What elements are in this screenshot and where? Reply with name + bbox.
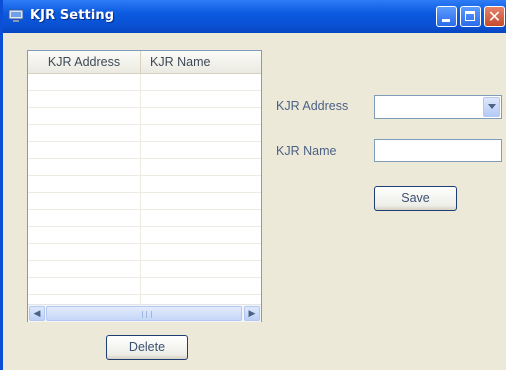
column-divider <box>140 159 141 176</box>
column-divider <box>140 142 141 159</box>
list-row[interactable] <box>28 278 261 295</box>
list-row[interactable] <box>28 125 261 142</box>
close-button[interactable]: ✕ <box>484 6 505 27</box>
kjr-list[interactable]: KJR Address KJR Name ◀ ▶ <box>27 50 262 322</box>
list-row[interactable] <box>28 159 261 176</box>
column-divider <box>140 244 141 261</box>
list-row[interactable] <box>28 142 261 159</box>
list-row[interactable] <box>28 227 261 244</box>
kjr-name-field[interactable] <box>374 139 502 162</box>
column-divider <box>140 91 141 108</box>
computer-window-icon <box>8 9 24 22</box>
list-row[interactable] <box>28 108 261 125</box>
column-divider <box>140 261 141 278</box>
kjr-setting-window: KJR Setting ✕ KJR Address KJR Name ◀ ▶ D… <box>0 0 506 370</box>
list-row[interactable] <box>28 193 261 210</box>
list-row[interactable] <box>28 210 261 227</box>
scroll-thumb[interactable] <box>46 306 242 321</box>
column-divider <box>140 193 141 210</box>
list-row[interactable] <box>28 244 261 261</box>
horizontal-scrollbar[interactable]: ◀ ▶ <box>28 304 261 322</box>
title-bar[interactable]: KJR Setting ✕ <box>3 0 506 33</box>
chevron-down-icon <box>488 104 496 109</box>
list-header: KJR Address KJR Name <box>28 51 261 74</box>
kjr-name-label: KJR Name <box>276 144 337 158</box>
list-row[interactable] <box>28 176 261 193</box>
list-row[interactable] <box>28 91 261 108</box>
column-divider <box>140 74 141 91</box>
column-divider <box>140 176 141 193</box>
column-divider <box>140 227 141 244</box>
delete-button[interactable]: Delete <box>106 335 188 360</box>
dropdown-button[interactable] <box>483 97 500 117</box>
close-icon: ✕ <box>487 7 502 26</box>
column-header-kjr-name[interactable]: KJR Name <box>141 51 261 73</box>
minimize-button[interactable] <box>436 6 457 27</box>
minimize-icon <box>442 19 450 22</box>
kjr-address-label: KJR Address <box>276 99 349 113</box>
grip-icon <box>142 311 152 318</box>
list-row[interactable] <box>28 74 261 91</box>
list-row[interactable] <box>28 261 261 278</box>
column-header-kjr-address[interactable]: KJR Address <box>28 51 141 73</box>
column-divider <box>140 278 141 295</box>
scroll-right-button[interactable]: ▶ <box>244 306 260 321</box>
chevron-left-icon: ◀ <box>33 309 41 319</box>
column-divider <box>140 125 141 142</box>
column-divider <box>140 210 141 227</box>
chevron-right-icon: ▶ <box>248 309 256 319</box>
kjr-address-dropdown[interactable] <box>374 95 502 119</box>
window-title: KJR Setting <box>30 8 115 23</box>
maximize-button[interactable] <box>460 6 481 27</box>
scroll-left-button[interactable]: ◀ <box>29 306 45 321</box>
save-button[interactable]: Save <box>374 186 457 211</box>
maximize-icon <box>465 11 475 21</box>
list-rows <box>28 74 261 312</box>
column-divider <box>140 108 141 125</box>
